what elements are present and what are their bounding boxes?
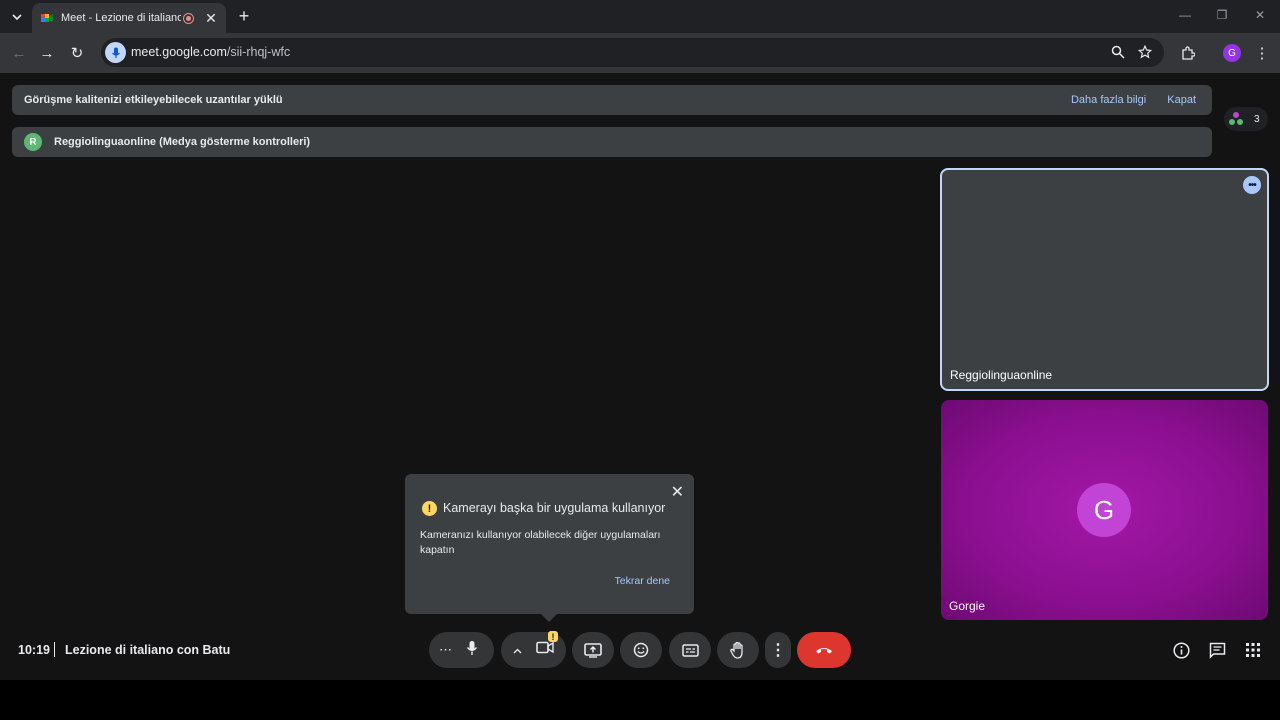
new-tab-button[interactable]: + [236, 7, 252, 25]
raise-hand-button[interactable] [717, 632, 759, 668]
meet-favicon-icon [41, 14, 53, 22]
video-options-chevron-icon[interactable] [513, 641, 522, 659]
url-host: meet.google.com [131, 45, 227, 59]
extensions-banner-text: Görüşme kalitenizi etkileyebilecek uzant… [24, 94, 283, 106]
warning-icon: ! [422, 501, 437, 516]
apps-icon [1246, 643, 1260, 657]
meeting-clock: 10:19 [18, 643, 50, 657]
window-close-icon[interactable]: ✕ [1252, 8, 1268, 22]
present-button[interactable] [572, 632, 614, 668]
extensions-banner: Görüşme kalitenizi etkileyebilecek uzant… [12, 85, 1212, 115]
participant-tile[interactable]: G Gorgie [941, 400, 1268, 620]
tab-title: Meet - Lezione di italiano c [61, 12, 181, 24]
participant-count: 3 [1254, 113, 1260, 125]
zoom-search-icon[interactable] [1110, 44, 1126, 60]
browser-tab-meet[interactable]: Meet - Lezione di italiano c ✕ [32, 3, 226, 33]
meeting-details-button[interactable] [1172, 641, 1190, 659]
audio-control-group: ⋯ [429, 632, 494, 668]
recording-indicator-icon [183, 12, 194, 24]
taskbar-area [0, 680, 1280, 720]
participants-button[interactable]: 3 [1224, 107, 1268, 131]
reload-icon[interactable]: ↻ [68, 44, 86, 62]
popup-body: Kameranızı kullanıyor olabilecek diğer u… [420, 529, 661, 556]
browser-toolbar: ← → ↻ meet.google.com/sii-rhqj-wfc G ⋮ [0, 33, 1280, 73]
more-icon: ⋮ [770, 642, 786, 659]
profile-avatar[interactable]: G [1223, 44, 1241, 62]
tile-more-options-icon[interactable]: ••• [1243, 176, 1261, 194]
captions-icon [681, 643, 699, 657]
url-path: /sii-rhqj-wfc [226, 45, 291, 59]
url-text[interactable]: meet.google.com/sii-rhqj-wfc [131, 45, 290, 59]
camera-warning-icon: ! [548, 631, 558, 642]
popup-title: Kamerayı başka bir uygulama kullanıyor [443, 501, 666, 515]
emoji-icon [633, 642, 649, 658]
address-bar[interactable]: meet.google.com/sii-rhqj-wfc [101, 38, 1164, 67]
extensions-icon[interactable] [1179, 44, 1197, 62]
more-info-link[interactable]: Daha fazla bilgi [1071, 94, 1146, 106]
participant-name: Reggiolinguaonline [950, 368, 1053, 382]
end-call-icon [816, 648, 832, 654]
restore-icon[interactable]: ❐ [1214, 8, 1230, 22]
video-control-group: ! [501, 631, 566, 668]
forward-icon[interactable]: → [38, 44, 56, 62]
mic-permission-icon[interactable] [105, 42, 126, 63]
info-icon [1172, 641, 1190, 659]
camera-in-use-popup: ! Kamerayı başka bir uygulama kullanıyor… [405, 474, 694, 622]
popup-close-icon[interactable]: ✕ [671, 482, 684, 502]
camera-icon[interactable]: ! [536, 631, 558, 659]
tab-search-button[interactable] [6, 6, 28, 28]
avatar: G [1077, 483, 1131, 537]
bookmark-star-icon[interactable] [1137, 44, 1153, 60]
present-icon [584, 642, 602, 658]
participant-name: Gorgie [949, 599, 986, 613]
chat-button[interactable] [1208, 641, 1226, 659]
meeting-title: Lezione di italiano con Batu [65, 643, 231, 657]
back-icon[interactable]: ← [10, 44, 28, 62]
close-banner-link[interactable]: Kapat [1167, 94, 1196, 106]
reactions-button[interactable] [620, 632, 662, 668]
avatar: R [24, 133, 42, 151]
mic-icon[interactable] [466, 640, 478, 661]
media-controls-banner[interactable]: R Reggiolinguaonline (Medya gösterme kon… [12, 127, 1212, 157]
more-options-button[interactable]: ⋮ [765, 632, 791, 668]
retry-button[interactable]: Tekrar dene [615, 575, 670, 587]
meet-stage: Görüşme kalitenizi etkileyebilecek uzant… [0, 73, 1280, 680]
chevron-down-icon [12, 14, 22, 21]
tab-strip: Meet - Lezione di italiano c ✕ + — ❐ ✕ [0, 0, 1280, 33]
audio-options-icon[interactable]: ⋯ [439, 642, 452, 658]
activities-button[interactable] [1244, 641, 1262, 659]
tab-close-icon[interactable]: ✕ [204, 10, 218, 27]
divider [54, 642, 55, 657]
media-controls-text: Reggiolinguaonline (Medya gösterme kontr… [54, 136, 311, 148]
browser-window: Meet - Lezione di italiano c ✕ + — ❐ ✕ ←… [0, 0, 1280, 720]
captions-button[interactable] [669, 632, 711, 668]
browser-menu-icon[interactable]: ⋮ [1253, 44, 1271, 62]
chat-icon [1209, 642, 1225, 659]
end-call-button[interactable] [797, 632, 851, 668]
participants-icon [1229, 112, 1243, 125]
raise-hand-icon [730, 641, 743, 659]
participant-tile[interactable]: ••• Reggiolinguaonline [940, 168, 1269, 391]
minimize-icon[interactable]: — [1177, 8, 1193, 22]
